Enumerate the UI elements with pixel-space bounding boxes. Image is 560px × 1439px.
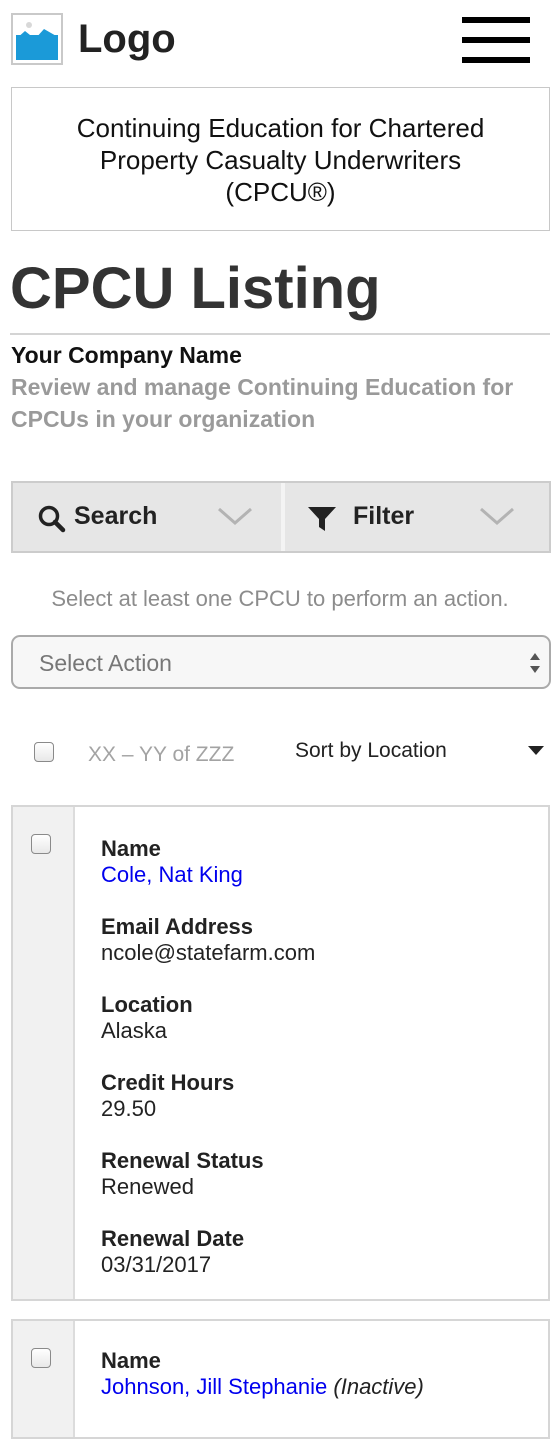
card-gutter — [13, 1321, 75, 1437]
row-checkbox[interactable] — [31, 834, 51, 854]
inactive-tag: (Inactive) — [333, 1374, 424, 1399]
company-name: Your Company Name — [11, 342, 242, 368]
logo-text[interactable]: Logo — [78, 14, 176, 64]
page-title: CPCU Listing — [10, 256, 381, 321]
select-arrows-icon — [530, 653, 540, 673]
logo-image-icon — [11, 13, 63, 65]
search-label: Search — [74, 502, 158, 530]
filter-toggle[interactable]: Filter — [285, 483, 549, 551]
banner-line: Continuing Education for Chartered — [76, 113, 485, 143]
filter-funnel-icon — [308, 507, 336, 531]
field-label: Renewal Date — [101, 1226, 245, 1251]
field-label: Name — [101, 1348, 161, 1373]
field-label: Location — [101, 992, 193, 1017]
chevron-down-icon — [480, 507, 514, 525]
chevron-down-icon — [218, 507, 252, 525]
field-label: Credit Hours — [101, 1070, 235, 1095]
banner-line: (CPCU®) — [225, 177, 336, 207]
email-value: ncole@statefarm.com — [101, 940, 316, 965]
hamburger-menu-icon[interactable] — [462, 17, 530, 63]
credit-hours-value: 29.50 — [101, 1096, 157, 1121]
page-subtitle: Review and manage Continuing Education f… — [11, 374, 514, 432]
sort-dropdown[interactable]: Sort by Location — [295, 738, 447, 764]
field-label: Renewal Status — [101, 1148, 264, 1173]
field-label: Name — [101, 836, 161, 861]
cpcu-name-row: Johnson, Jill Stephanie (Inactive) — [101, 1374, 424, 1400]
search-toggle[interactable]: Search — [13, 483, 281, 551]
field-label: Email Address — [101, 914, 254, 939]
program-banner: Continuing Education for Chartered Prope… — [11, 87, 550, 231]
caret-down-icon[interactable] — [528, 746, 544, 755]
location-value: Alaska — [101, 1018, 168, 1043]
cpcu-card: Name Cole, Nat King Email Address ncole@… — [11, 805, 550, 1301]
cpcu-name-link[interactable]: Cole, Nat King — [101, 862, 243, 888]
select-action-placeholder: Select Action — [39, 650, 172, 676]
card-gutter — [13, 807, 75, 1299]
banner-line: Property Casualty Underwriters — [99, 145, 462, 175]
select-all-checkbox[interactable] — [34, 742, 54, 762]
cpcu-card: Name Johnson, Jill Stephanie (Inactive) — [11, 1319, 550, 1439]
cpcu-name-link[interactable]: Johnson, Jill Stephanie — [101, 1374, 327, 1399]
renewal-status-value: Renewed — [101, 1174, 194, 1199]
search-icon — [38, 505, 66, 533]
action-helper-text: Select at least one CPCU to perform an a… — [51, 586, 509, 611]
renewal-date-value: 03/31/2017 — [101, 1252, 212, 1277]
search-filter-toolbar: Search Filter — [11, 481, 551, 553]
row-checkbox[interactable] — [31, 1348, 51, 1368]
select-action-dropdown[interactable]: Select Action — [11, 635, 551, 689]
title-divider — [10, 333, 550, 335]
result-range: XX – YY of ZZZ — [88, 743, 235, 766]
filter-label: Filter — [353, 502, 415, 530]
